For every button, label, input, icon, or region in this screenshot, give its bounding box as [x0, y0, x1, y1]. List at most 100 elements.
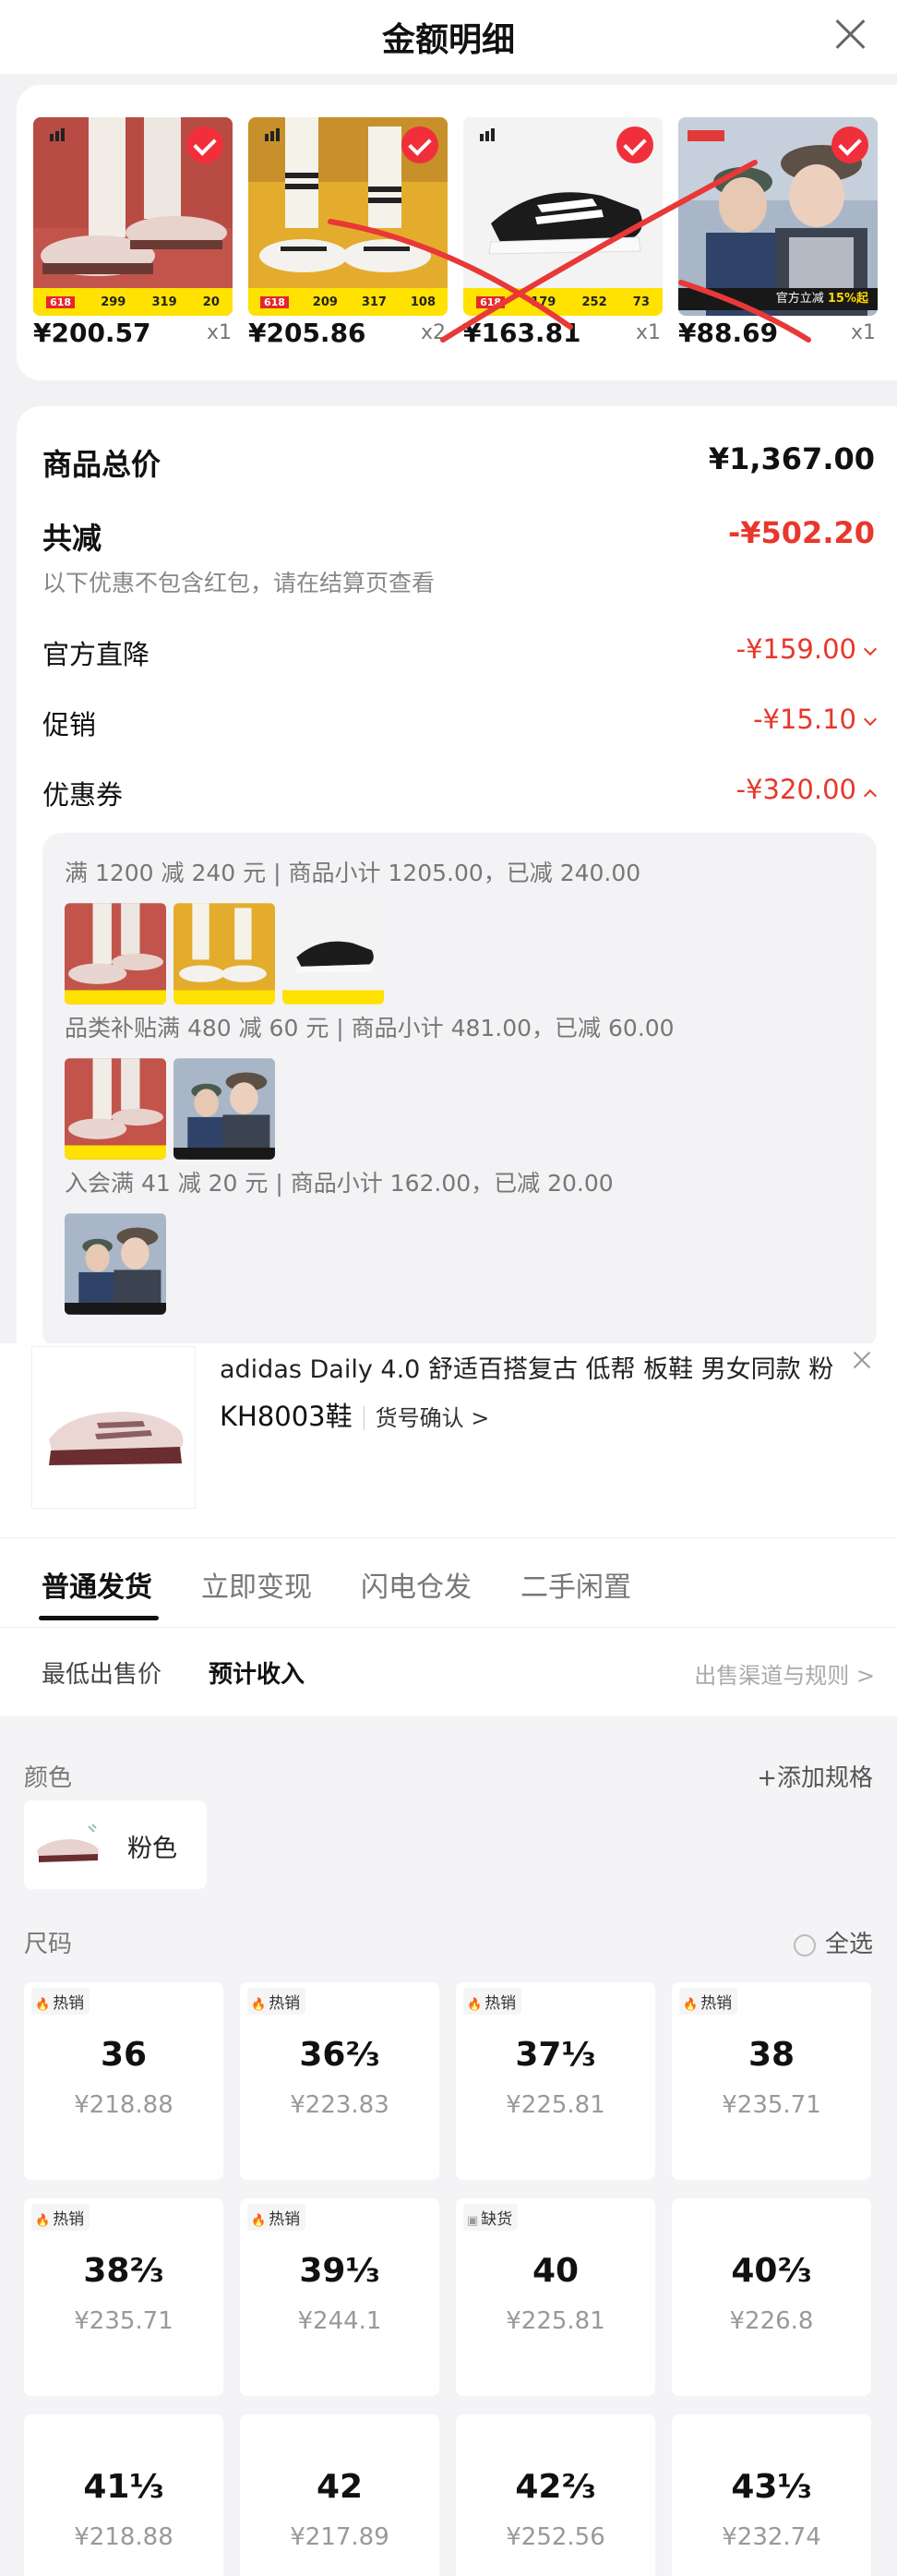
check-icon[interactable]	[831, 126, 868, 163]
thumb-image	[65, 1213, 166, 1315]
check-icon[interactable]	[616, 126, 653, 163]
shipping-tabs: 普通发货 立即变现 闪电仓发 二手闲置	[0, 1537, 897, 1628]
tab-instant-cash[interactable]: 立即变现	[201, 1564, 312, 1605]
total-value: ¥1,367.00	[708, 441, 875, 476]
size-option[interactable]: 40⅔ ¥226.8	[672, 2198, 871, 2396]
promo-value: 108	[410, 295, 436, 309]
size-status-text: 热销	[700, 1994, 733, 2013]
product-price: ¥205.86	[248, 318, 366, 348]
size-option[interactable]: 43⅓ ¥232.74	[672, 2414, 871, 2576]
promo-band: 618 299 319 20	[33, 288, 233, 316]
official-cut-row[interactable]: 官方直降 -¥159.00	[42, 633, 878, 670]
subtab-lowest-price[interactable]: 最低出售价	[42, 1655, 161, 1690]
size-value: 42	[316, 2468, 364, 2506]
promo-value: 73	[632, 295, 650, 309]
size-value: 37⅓	[515, 2036, 596, 2074]
size-label: 尺码	[24, 1931, 73, 1958]
size-price: ¥244.1	[297, 2307, 382, 2335]
size-option[interactable]: 🔥 热销 36 ¥218.88	[24, 1982, 223, 2180]
color-name: 粉色	[127, 1835, 177, 1863]
color-option[interactable]: 粉色	[24, 1800, 207, 1889]
coupon-value: -¥320.00	[736, 774, 878, 805]
product-card[interactable]: 618 299 319 20	[33, 117, 233, 316]
add-spec-button[interactable]: +添加规格	[757, 1759, 873, 1793]
size-option[interactable]: 🔥 热销 38⅔ ¥235.71	[24, 2198, 223, 2396]
product-card[interactable]: 官方立减 15%起	[678, 117, 878, 316]
promo-band: 618 179 252 73	[463, 288, 663, 316]
size-price: ¥218.88	[74, 2523, 173, 2551]
tab-second-hand[interactable]: 二手闲置	[520, 1564, 631, 1605]
coupon-product-thumb	[173, 903, 275, 1005]
size-option[interactable]: 🔥 热销 36⅔ ¥223.83	[240, 1982, 439, 2180]
size-status-badge: 🔥 热销	[31, 2204, 90, 2231]
size-option[interactable]: 🔥 热销 39⅓ ¥244.1	[240, 2198, 439, 2396]
color-thumb	[37, 1824, 99, 1862]
tab-normal-shipping[interactable]: 普通发货	[42, 1564, 152, 1605]
coupon-product-thumb	[173, 1058, 275, 1160]
size-option[interactable]: 42 ¥217.89	[240, 2414, 439, 2576]
check-icon[interactable]	[401, 126, 438, 163]
size-status-text: 热销	[484, 1994, 517, 2013]
size-price: ¥226.8	[729, 2307, 814, 2335]
sheet-title: 金额明细	[381, 21, 515, 59]
size-status-text: 热销	[269, 1994, 301, 2013]
size-status-badge: 🔥 热销	[247, 1988, 306, 2015]
close-icon[interactable]	[851, 1349, 873, 1371]
coupon-product-thumb	[65, 1213, 166, 1315]
channel-rules-link[interactable]: 出售渠道与规则 >	[694, 1657, 875, 1690]
size-option[interactable]: 41⅓ ¥218.88	[24, 2414, 223, 2576]
thumb-image	[173, 1058, 275, 1160]
size-status-text: 热销	[269, 2210, 301, 2229]
promotion-amount: -¥15.10	[753, 704, 856, 735]
size-price: ¥235.71	[722, 2091, 821, 2119]
product-card[interactable]: 618 209 317 108	[248, 117, 448, 316]
size-option[interactable]: 🔥 热销 37⅓ ¥225.81	[456, 1982, 655, 2180]
coupon-line: 满 1200 减 240 元 | 商品小计 1205.00，已减 240.00	[65, 860, 641, 886]
tab-flash-warehouse[interactable]: 闪电仓发	[361, 1564, 472, 1605]
promotion-label: 促销	[42, 709, 97, 740]
promotion-row[interactable]: 促销 -¥15.10	[42, 704, 878, 740]
total-label: 商品总价	[42, 447, 161, 482]
official-cut-value: -¥159.00	[736, 633, 878, 665]
promo-value: 179	[531, 295, 556, 309]
promo-value: 209	[312, 295, 338, 309]
product-price: ¥88.69	[678, 318, 779, 348]
promo-tag: 618	[259, 295, 289, 308]
discount-note: 以下优惠不包含红包，请在结算页查看	[42, 570, 436, 596]
size-price: ¥217.89	[290, 2523, 389, 2551]
color-label: 颜色	[24, 1764, 73, 1792]
product-card[interactable]: 618 179 252 73	[463, 117, 663, 316]
size-option[interactable]: 42⅔ ¥252.56	[456, 2414, 655, 2576]
flame-icon: 🔥	[467, 1998, 483, 2012]
flame-icon: 🔥	[251, 2214, 267, 2228]
subtab-expected-income[interactable]: 预计收入	[209, 1655, 305, 1690]
promo-tag: 618	[476, 295, 506, 308]
sheet-header: 金额明细	[0, 0, 897, 74]
size-price: ¥225.81	[506, 2091, 605, 2119]
size-price: ¥223.83	[290, 2091, 389, 2119]
close-icon[interactable]	[831, 13, 873, 55]
sell-selector: adidas Daily 4.0 舒适百搭复古 低帮 板鞋 男女同款 粉 KH8…	[0, 1343, 897, 2576]
code-confirm-link[interactable]: 货号确认 >	[376, 1405, 490, 1431]
promo-value: 317	[361, 295, 387, 309]
size-price: ¥232.74	[722, 2523, 821, 2551]
flame-icon: 🔥	[251, 1998, 267, 2012]
select-all-toggle[interactable]: 全选	[793, 1925, 873, 1959]
promo-value: 252	[581, 295, 607, 309]
box-icon: ▣	[467, 2214, 479, 2228]
size-price: ¥252.56	[506, 2523, 605, 2551]
coupon-product-thumb	[65, 903, 166, 1005]
size-option[interactable]: ▣ 缺货 40 ¥225.81	[456, 2198, 655, 2396]
check-icon[interactable]	[186, 126, 223, 163]
size-status-text: 热销	[53, 1994, 85, 2013]
discount-row: 共减 -¥502.20	[42, 515, 875, 556]
selected-product-image	[31, 1346, 196, 1509]
flame-icon: 🔥	[35, 2214, 51, 2228]
size-value: 40	[532, 2252, 580, 2290]
promo-value: 299	[101, 295, 126, 309]
coupon-line: 入会满 41 减 20 元 | 商品小计 162.00，已减 20.00	[65, 1170, 614, 1197]
coupon-row[interactable]: 优惠券 -¥320.00	[42, 774, 878, 811]
size-option[interactable]: 🔥 热销 38 ¥235.71	[672, 1982, 871, 2180]
chevron-up-icon	[863, 788, 878, 803]
product-qty: x1	[851, 321, 877, 344]
